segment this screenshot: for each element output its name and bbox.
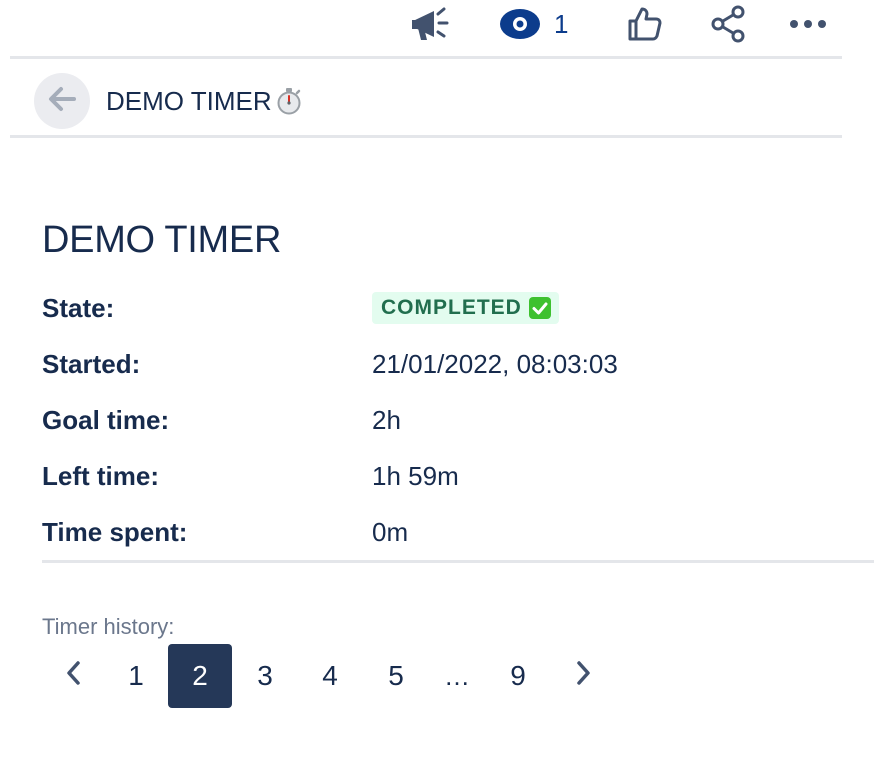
pagination-ellipsis: …	[444, 660, 470, 691]
breadcrumb-divider	[10, 135, 842, 138]
field-label-state: State:	[42, 292, 115, 323]
more-horizontal-icon[interactable]	[784, 4, 832, 44]
pagination-page-2-current[interactable]: 2	[168, 644, 232, 708]
page-title: DEMO TIMER	[42, 219, 282, 261]
field-value-started: 21/01/2022, 08:03:03	[372, 348, 618, 379]
pagination-page-4[interactable]: 4	[298, 644, 362, 708]
field-label-goal-time: Goal time:	[42, 404, 170, 435]
arrow-left-icon	[46, 85, 78, 118]
toolbar-divider	[10, 56, 842, 59]
field-state: State: COMPLETED	[42, 288, 874, 328]
breadcrumb-title: DEMO TIMER	[106, 86, 272, 116]
status-badge-text: COMPLETED	[381, 296, 522, 319]
watcher-count: 1	[554, 9, 569, 39]
watch-button[interactable]: 1	[498, 4, 588, 44]
pagination-page-3[interactable]: 3	[233, 644, 297, 708]
back-button[interactable]	[34, 73, 90, 129]
chevron-left-icon	[65, 660, 83, 693]
field-label-time-spent: Time spent:	[42, 516, 188, 547]
field-time-spent: Time spent: 0m	[42, 512, 874, 552]
field-value-left-time: 1h 59m	[372, 460, 459, 491]
megaphone-icon[interactable]	[404, 4, 454, 44]
timer-history-label: Timer history:	[42, 614, 175, 639]
field-left-time: Left time: 1h 59m	[42, 456, 874, 496]
pagination-next-button[interactable]	[551, 644, 615, 708]
field-value-goal-time: 2h	[372, 404, 401, 435]
eye-icon	[498, 7, 542, 41]
check-mark-button-icon	[528, 296, 552, 320]
pagination-page-1[interactable]: 1	[104, 644, 168, 708]
field-value-time-spent: 0m	[372, 516, 409, 547]
field-started: Started: 21/01/2022, 08:03:03	[42, 344, 874, 384]
share-icon[interactable]	[704, 4, 752, 44]
breadcrumb: DEMO TIMER	[106, 84, 303, 118]
page-toolbar: 1	[0, 0, 894, 56]
pagination-page-9[interactable]: 9	[486, 644, 550, 708]
pagination-prev-button[interactable]	[42, 644, 106, 708]
field-label-left-time: Left time:	[42, 460, 159, 491]
field-goal-time: Goal time: 2h	[42, 400, 874, 440]
chevron-right-icon	[574, 660, 592, 693]
status-badge: COMPLETED	[372, 292, 559, 324]
field-label-started: Started:	[42, 348, 141, 379]
thumbs-up-icon[interactable]	[622, 4, 666, 44]
fields-divider	[42, 560, 874, 563]
pagination-page-5[interactable]: 5	[364, 644, 428, 708]
stopwatch-icon	[275, 87, 303, 115]
